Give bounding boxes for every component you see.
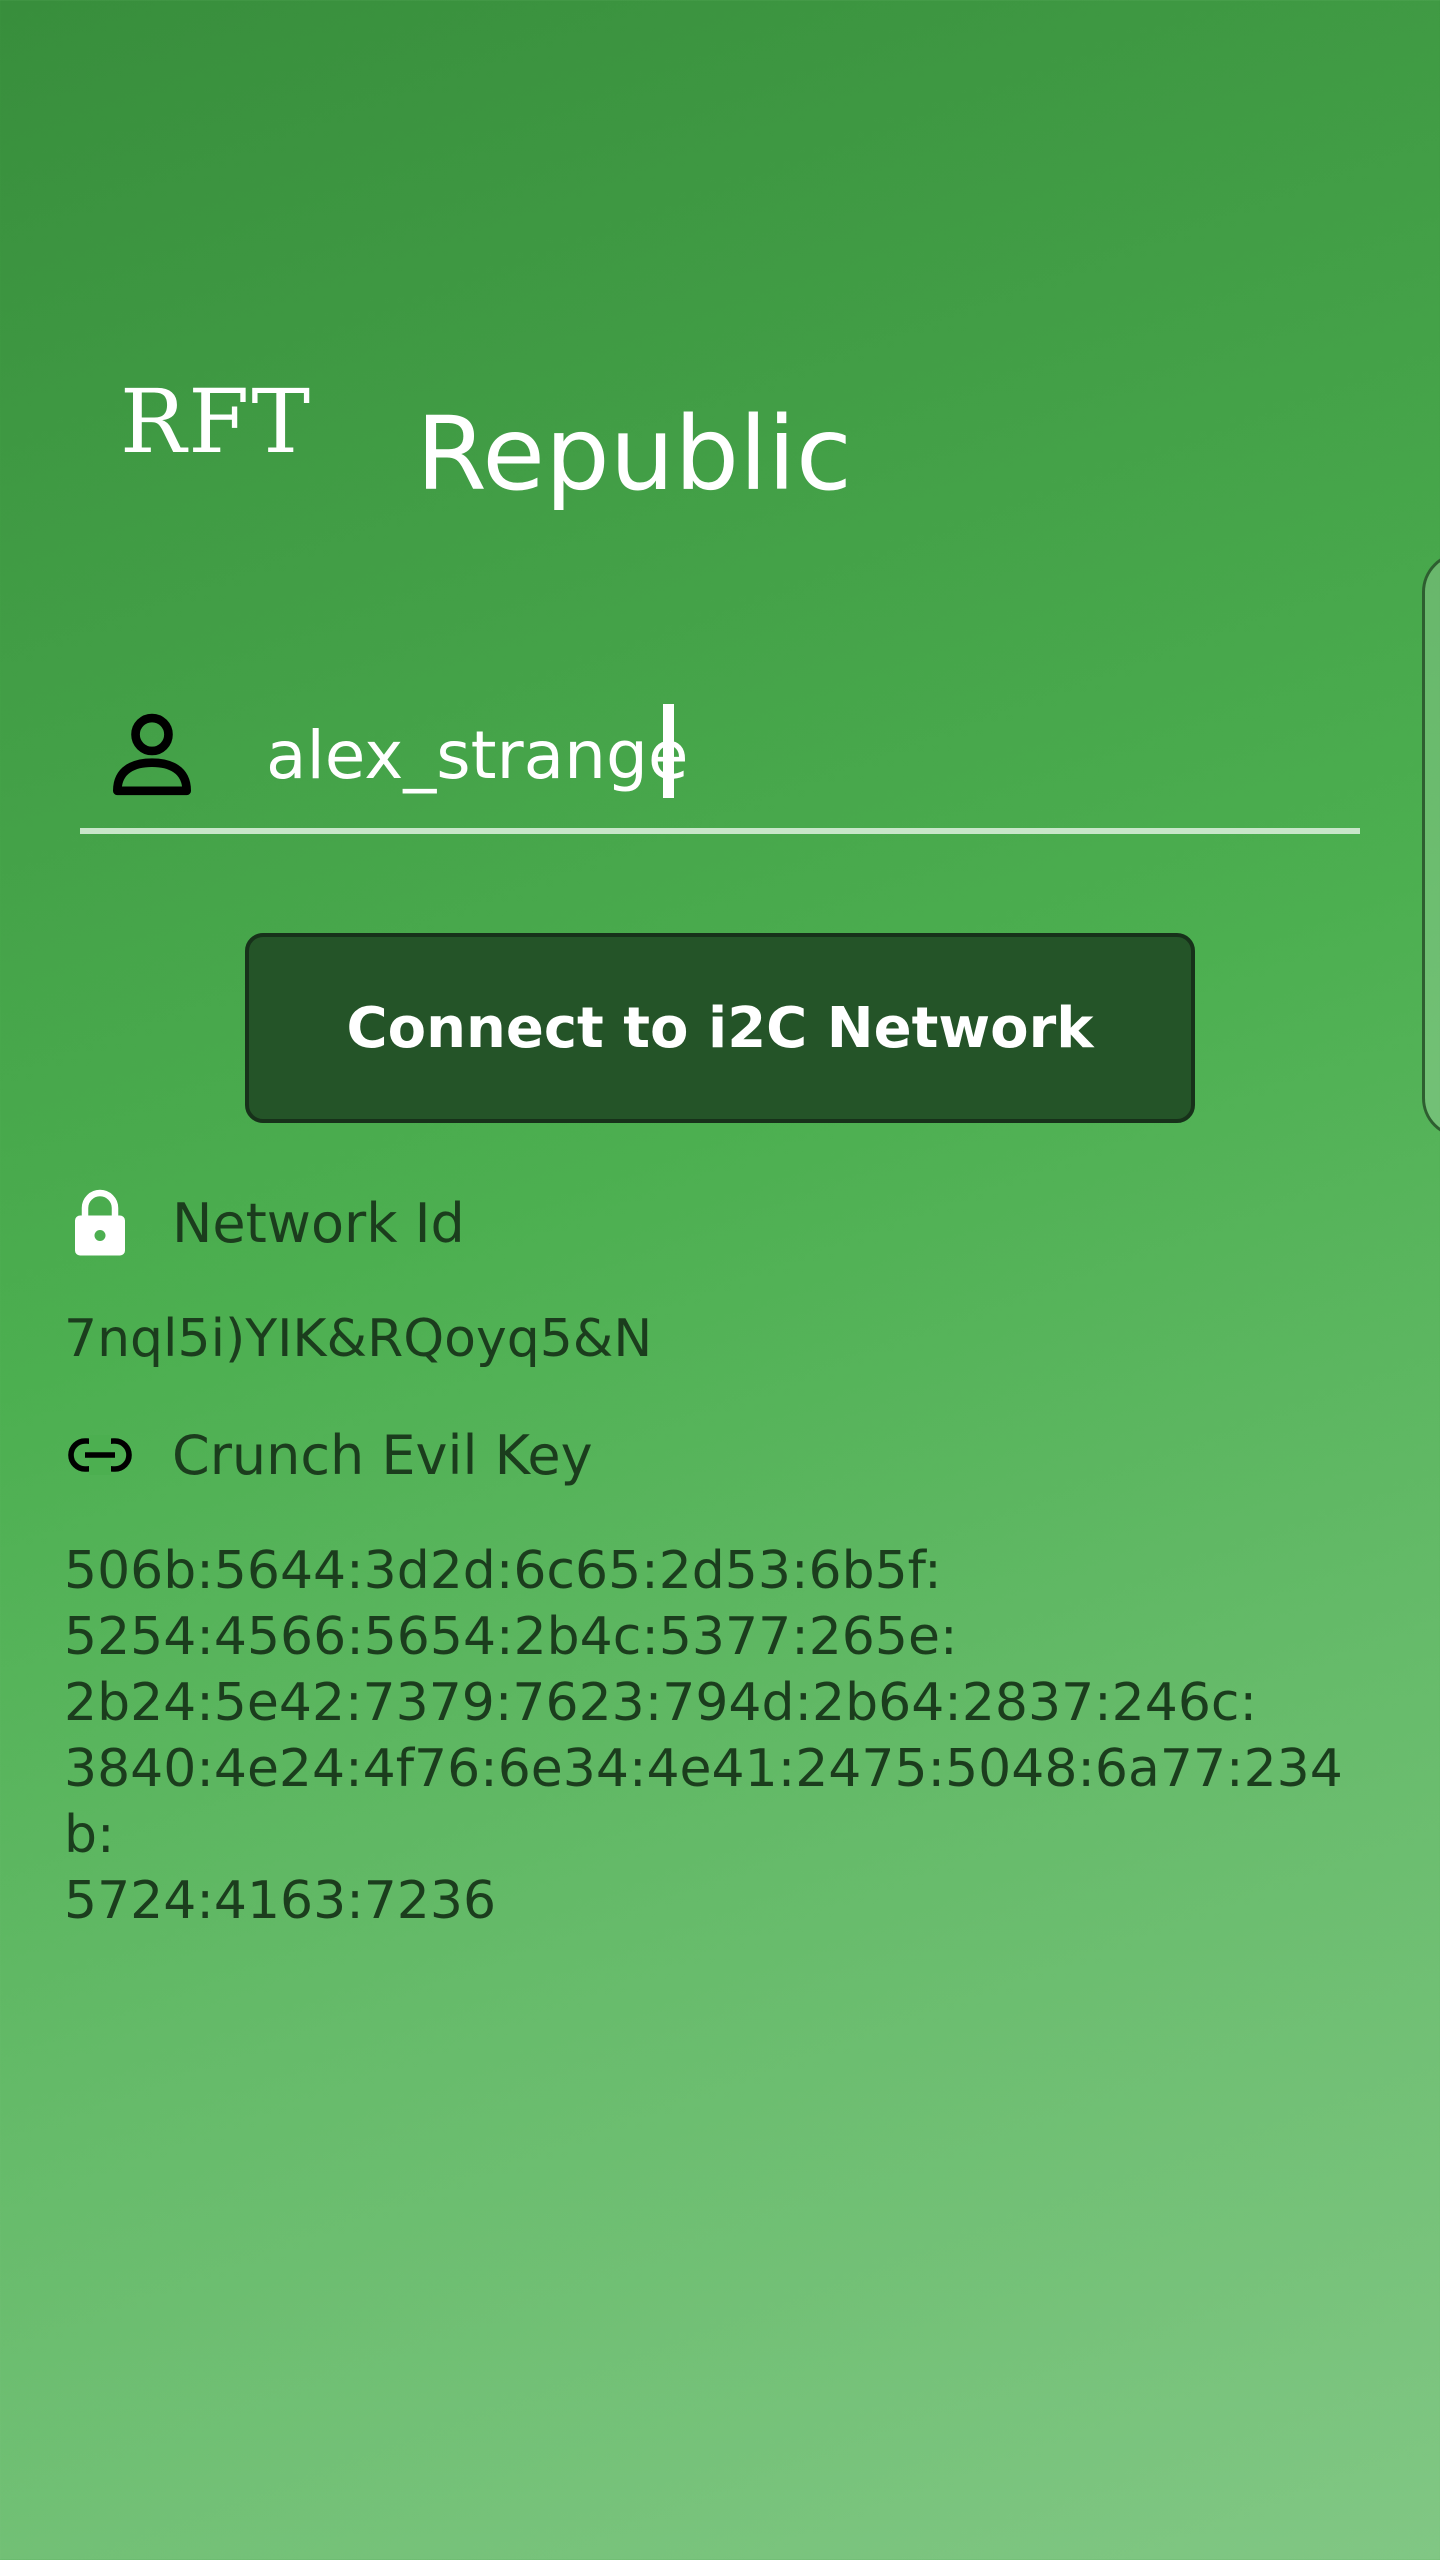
crunch-key-label: Crunch Evil Key [172,1423,593,1487]
username-underline [80,828,1360,834]
network-id-value: 7nql5i)YIK&RQoyq5&N [64,1309,653,1369]
crunch-key-row: Crunch Evil Key [64,1410,593,1500]
username-field [80,680,1360,840]
lock-icon [64,1187,136,1259]
side-drawer-handle[interactable] [1422,552,1440,1138]
person-icon [113,713,191,796]
crunch-key-value: 506b:5644:3d2d:6c65:2d53:6b5f: 5254:4566… [64,1541,1343,1931]
username-input[interactable] [266,700,1326,810]
app-logo: RFT [120,370,313,473]
network-id-row: Network Id [64,1178,465,1268]
network-id-label: Network Id [172,1191,465,1255]
connect-button[interactable]: Connect to i2C Network [245,933,1195,1123]
text-cursor [663,704,674,798]
link-icon [64,1419,136,1491]
app-title: Republic [416,395,852,514]
